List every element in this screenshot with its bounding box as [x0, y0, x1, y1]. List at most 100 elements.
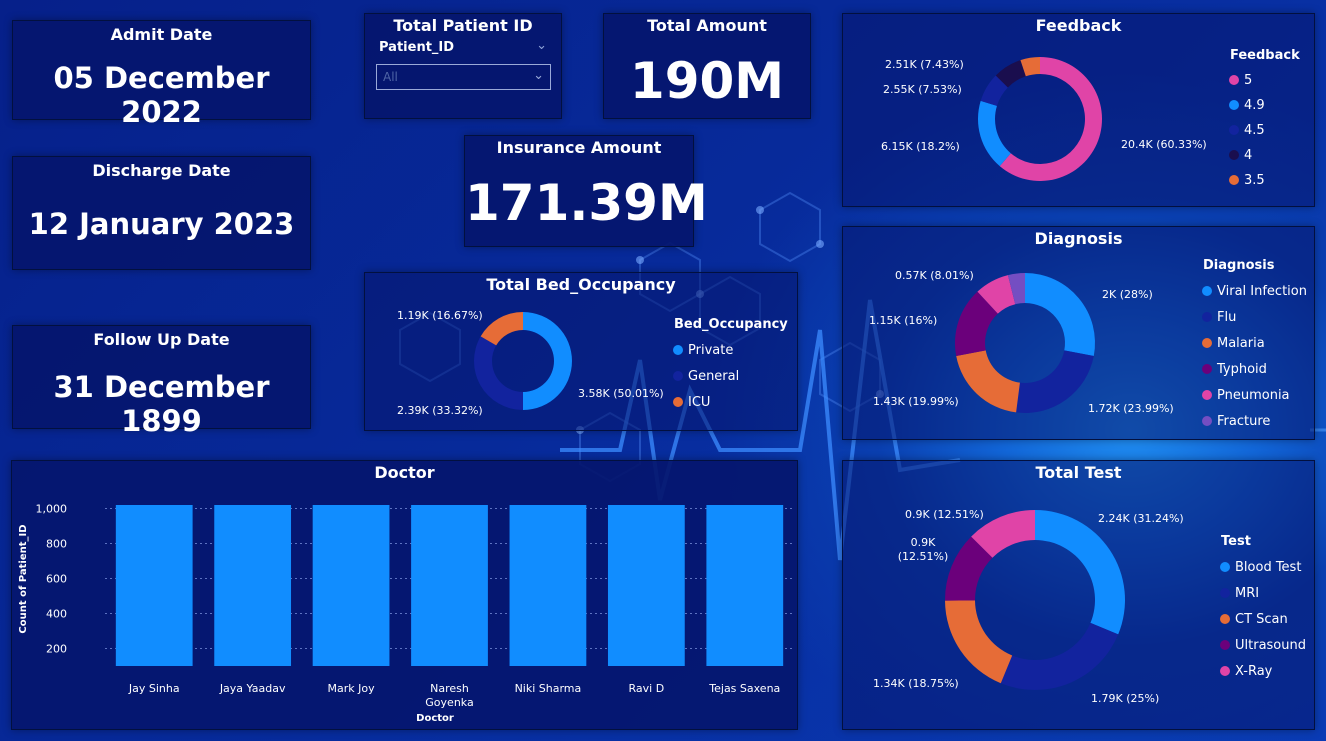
legend-marker — [1202, 286, 1212, 296]
data-label: 1.79K (25%) — [1091, 692, 1159, 705]
data-label: 6.15K (18.2%) — [881, 140, 960, 153]
legend-item[interactable]: Flu — [1217, 310, 1236, 325]
legend-marker — [1202, 338, 1212, 348]
legend-item[interactable]: Viral Infection — [1217, 284, 1307, 299]
legend-item[interactable]: 3.5 — [1244, 173, 1265, 188]
slice-private[interactable] — [523, 312, 572, 410]
bar[interactable] — [607, 505, 685, 666]
legend-item[interactable]: CT Scan — [1235, 612, 1288, 627]
legend-item[interactable]: Pneumonia — [1217, 388, 1290, 403]
slice-general[interactable] — [474, 336, 523, 410]
bed-occupancy-chart: 3.58K (50.01%) 2.39K (33.32%) 1.19K (16.67… — [397, 309, 788, 417]
slice-4-9[interactable] — [978, 100, 1011, 167]
data-label: 20.4K (60.33%) — [1121, 138, 1207, 151]
legend-item[interactable]: Blood Test — [1235, 560, 1301, 575]
bar[interactable] — [411, 505, 488, 666]
total-amount-value: 190M — [629, 52, 785, 110]
legend-title: Bed_Occupancy — [674, 317, 788, 332]
data-label: 2K (28%) — [1102, 288, 1153, 301]
y-tick-label: 400 — [46, 608, 67, 621]
x-tick-label: Naresh Goyenka — [425, 682, 473, 709]
legend-item[interactable]: ICU — [688, 395, 710, 410]
total-amount-title: Total Amount — [647, 16, 767, 35]
bed-occupancy-card: Total Bed_Occupancy 3.58K (50.01%) 2.39K … — [364, 272, 798, 431]
data-label: 3.58K (50.01%) — [578, 387, 664, 400]
patient-slicer-field: Patient_ID — [379, 40, 455, 55]
legend-item[interactable]: 4 — [1244, 148, 1252, 163]
legend-marker — [1220, 614, 1230, 624]
x-tick-label: Jaya Yaadav — [219, 682, 286, 695]
insurance-amount-value: 171.39M — [465, 174, 708, 232]
total-amount-card: Total Amount 190M — [603, 13, 811, 119]
y-tick-label: 600 — [46, 573, 67, 586]
legend-item[interactable]: 4.5 — [1244, 123, 1265, 138]
bar[interactable] — [214, 505, 292, 666]
discharge-date-value: 12 January 2023 — [28, 207, 295, 241]
legend-marker — [1220, 562, 1230, 572]
legend-marker — [1202, 312, 1212, 322]
diagnosis-chart: 2K (28%) 1.72K (23.99%) 1.43K (19.99%) 1.15… — [869, 258, 1307, 429]
x-tick-label: Niki Sharma — [515, 682, 582, 695]
data-label: 2.24K (31.24%) — [1098, 512, 1184, 525]
data-label: 1.15K (16%) — [869, 314, 937, 327]
legend-item[interactable]: Malaria — [1217, 336, 1265, 351]
y-tick-label: 1,000 — [36, 503, 68, 516]
legend-title: Feedback — [1230, 48, 1300, 63]
total-test-chart: 2.24K (31.24%) 1.79K (25%) 1.34K (18.75%) 0… — [873, 508, 1306, 705]
x-tick-label: Ravi D — [629, 682, 665, 695]
x-tick-label: Tejas Saxena — [708, 682, 780, 695]
y-axis-title: Count of Patient_ID — [18, 524, 29, 633]
admit-date-card: Admit Date 05 December 2022 — [12, 20, 311, 129]
data-label: 2.39K (33.32%) — [397, 404, 483, 417]
legend-item[interactable]: 4.9 — [1244, 98, 1265, 113]
feedback-chart: 20.4K (60.33%) 6.15K (18.2%) 2.55K (7.53%)… — [881, 48, 1300, 188]
legend-marker — [1220, 640, 1230, 650]
slice-mri[interactable] — [1000, 622, 1119, 690]
total-test-card: Total Test 2.24K (31.24%) 1.79K (25%) 1.34… — [842, 460, 1315, 730]
legend-marker — [1202, 390, 1212, 400]
legend-marker — [1229, 150, 1239, 160]
bar[interactable] — [115, 505, 193, 666]
bar[interactable] — [706, 505, 784, 666]
slice-blood-test[interactable] — [1035, 510, 1125, 635]
data-label: 0.9K (12.51%) — [898, 536, 949, 563]
patient-dropdown-value: All — [383, 70, 398, 84]
slice-viral-infection[interactable] — [1025, 273, 1095, 356]
collapse-chevron-icon[interactable]: ⌄ — [536, 38, 547, 53]
legend-item[interactable]: Private — [688, 343, 733, 358]
legend-item[interactable]: Ultrasound — [1235, 638, 1306, 653]
legend-marker — [673, 345, 683, 355]
legend-marker — [1229, 100, 1239, 110]
legend-marker — [1202, 416, 1212, 426]
bar[interactable] — [509, 505, 587, 666]
legend-item[interactable]: MRI — [1235, 586, 1259, 601]
legend-item[interactable]: Typhoid — [1216, 362, 1267, 377]
legend-title: Diagnosis — [1203, 258, 1275, 273]
x-tick-label: Jay Sinha — [128, 682, 180, 695]
legend-item[interactable]: X-Ray — [1235, 664, 1273, 679]
discharge-date-card: Discharge Date 12 January 2023 — [12, 156, 311, 270]
legend-marker — [1229, 175, 1239, 185]
slice-ct-scan[interactable] — [945, 600, 1013, 684]
legend-item[interactable]: Fracture — [1217, 414, 1270, 429]
slice-malaria[interactable] — [956, 350, 1020, 413]
legend-item[interactable]: General — [688, 369, 739, 384]
doctor-card: Doctor 200 400 600 800 1,000 Count of Patient… — [11, 460, 798, 730]
data-label: 2.51K (7.43%) — [885, 58, 964, 71]
data-label: 1.34K (18.75%) — [873, 677, 959, 690]
data-label: 1.43K (19.99%) — [873, 395, 959, 408]
patient-id-dropdown[interactable]: All ⌄ — [376, 64, 551, 90]
insurance-amount-title: Insurance Amount — [496, 138, 662, 157]
data-label: 2.55K (7.53%) — [883, 83, 962, 96]
legend-marker — [1229, 75, 1239, 85]
patient-slicer-title: Total Patient ID — [393, 16, 533, 35]
slice-flu[interactable] — [1016, 350, 1094, 413]
legend-item[interactable]: 5 — [1244, 73, 1252, 88]
bar[interactable] — [312, 505, 390, 666]
legend-marker — [673, 371, 683, 381]
legend-title: Test — [1221, 534, 1251, 549]
follow-up-date-value: 31 December 1899 — [53, 370, 270, 438]
legend-marker — [1202, 364, 1212, 374]
discharge-date-title: Discharge Date — [92, 161, 231, 180]
data-label: 0.9K (12.51%) — [905, 508, 984, 521]
